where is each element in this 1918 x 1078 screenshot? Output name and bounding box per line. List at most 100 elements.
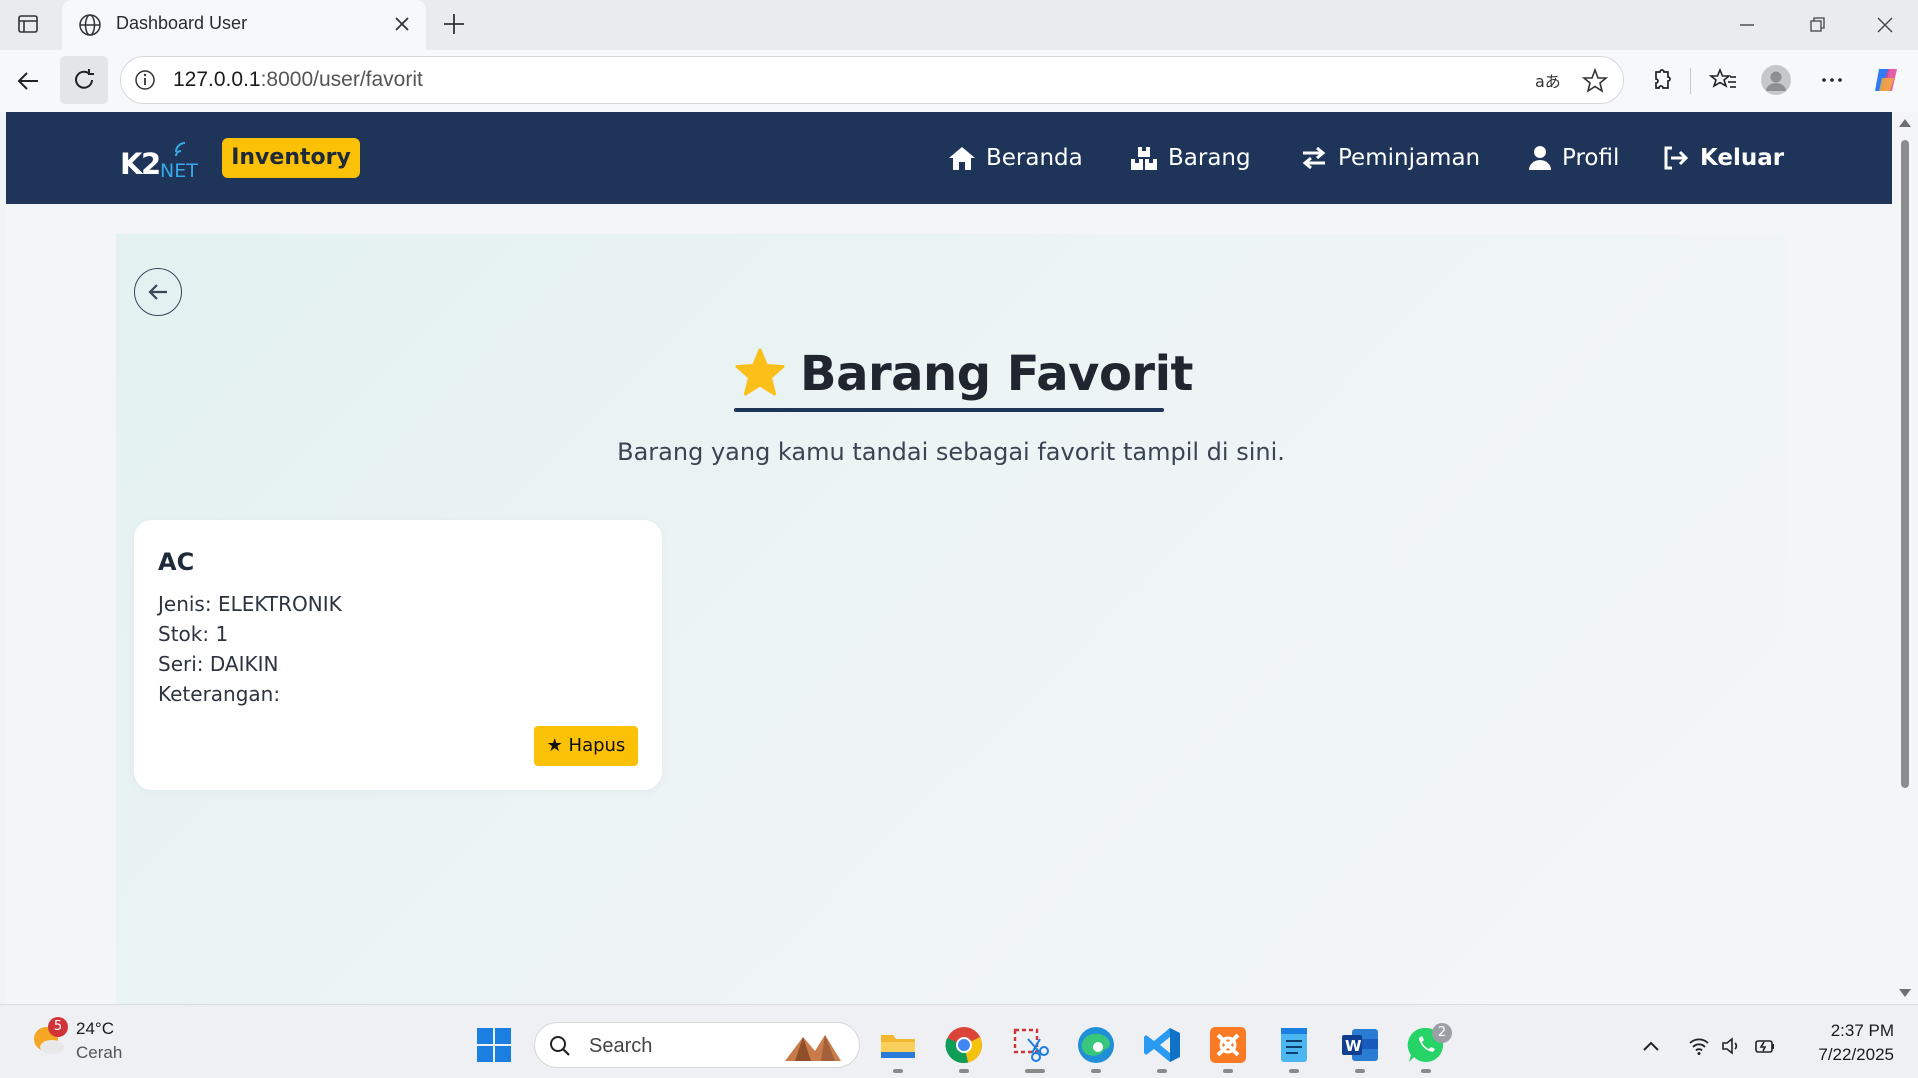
whatsapp-badge: 2 (1432, 1023, 1452, 1043)
app-navbar: K2 NET Inventory Beranda Barang Peminjam… (6, 112, 1892, 204)
file-explorer-icon[interactable] (878, 1025, 918, 1065)
xampp-icon[interactable] (1208, 1025, 1248, 1065)
remove-favorite-button[interactable]: ★ Hapus (534, 726, 638, 766)
running-indicator (1223, 1069, 1233, 1073)
item-jenis: Jenis: ELEKTRONIK (158, 592, 342, 616)
volume-icon[interactable] (1720, 1035, 1742, 1057)
chrome-icon[interactable] (944, 1025, 984, 1065)
exchange-icon (1302, 146, 1326, 170)
star-icon (735, 348, 785, 396)
svg-text:W: W (1345, 1037, 1362, 1055)
extensions-icon[interactable] (1646, 64, 1678, 96)
minimize-icon[interactable] (1734, 12, 1760, 38)
home-icon (949, 147, 975, 170)
url-text[interactable]: 127.0.0.1:8000/user/favorit (173, 68, 423, 92)
nav-item-beranda[interactable]: Beranda (948, 138, 1083, 178)
battery-icon[interactable] (1754, 1035, 1776, 1057)
restore-icon[interactable] (1804, 12, 1830, 38)
running-indicator (1157, 1069, 1167, 1073)
refresh-icon (75, 69, 94, 89)
snipping-tool-icon[interactable] (1010, 1025, 1050, 1065)
scroll-up-icon[interactable] (1898, 116, 1912, 128)
windows-start-icon[interactable] (476, 1027, 512, 1063)
tab-title: Dashboard User (116, 13, 248, 33)
vscode-icon[interactable] (1142, 1025, 1182, 1065)
clock-date[interactable]: 7/22/2025 (1796, 1045, 1894, 1065)
page-subtitle: Barang yang kamu tandai sebagai favorit … (617, 438, 1285, 466)
address-bar[interactable]: 127.0.0.1:8000/user/favorit aあ (120, 56, 1624, 104)
profile-avatar-icon[interactable] (1760, 64, 1792, 96)
chevron-up-icon[interactable] (1640, 1035, 1662, 1057)
weather-temp[interactable]: 24°C (76, 1019, 114, 1039)
user-icon (1529, 146, 1551, 170)
page-viewport: K2 NET Inventory Beranda Barang Peminjam… (6, 112, 1892, 1004)
toolbar-separator (1690, 68, 1691, 94)
item-keterangan: Keterangan: (158, 682, 281, 706)
favorite-star-icon[interactable] (1581, 67, 1609, 95)
nav-item-keluar[interactable]: Keluar (1662, 138, 1784, 178)
logout-icon (1664, 146, 1689, 170)
word-icon[interactable]: W (1340, 1025, 1380, 1065)
scroll-down-icon[interactable] (1898, 988, 1912, 1000)
browser-tab[interactable]: Dashboard User (62, 0, 426, 50)
running-indicator (1025, 1069, 1045, 1073)
nav-label: Peminjaman (1338, 145, 1481, 171)
running-indicator (1289, 1069, 1299, 1073)
tab-actions-icon[interactable] (16, 12, 40, 36)
scroll-thumb[interactable] (1901, 140, 1909, 788)
weather-desc[interactable]: Cerah (76, 1043, 122, 1063)
inventory-badge: Inventory (222, 138, 360, 178)
running-indicator (1355, 1069, 1365, 1073)
url-host: 127.0.0.1 (173, 68, 261, 91)
browser-toolbar: 127.0.0.1:8000/user/favorit aあ (0, 50, 1918, 112)
nav-label: Beranda (986, 145, 1083, 171)
favorite-card: AC Jenis: ELEKTRONIK Stok: 1 Seri: DAIKI… (134, 520, 662, 790)
logo-text: K2 (120, 147, 160, 181)
read-aloud-icon[interactable]: aあ (1533, 67, 1561, 95)
more-options-icon[interactable] (1816, 64, 1848, 96)
notepad-icon[interactable] (1274, 1025, 1314, 1065)
info-icon[interactable] (133, 68, 157, 92)
nav-label: Profil (1562, 145, 1620, 171)
close-window-icon[interactable] (1872, 12, 1898, 38)
k2net-logo[interactable]: K2 NET (120, 142, 210, 182)
nav-label: Barang (1168, 145, 1251, 171)
back-icon[interactable] (12, 64, 46, 98)
page-title: Barang Favorit (800, 346, 1193, 402)
copilot-icon[interactable] (1870, 64, 1902, 96)
logo-sub: NET (160, 160, 198, 182)
wifi-icon[interactable] (1688, 1035, 1710, 1057)
search-icon (550, 1036, 570, 1056)
edge-icon[interactable] (1076, 1025, 1116, 1065)
item-name: AC (158, 548, 195, 576)
clock-time[interactable]: 2:37 PM (1812, 1021, 1894, 1041)
globe-icon (79, 14, 101, 36)
browser-tabstrip: Dashboard User (0, 0, 1918, 50)
taskbar-search[interactable]: Search (534, 1022, 860, 1068)
boxes-icon (1131, 147, 1157, 170)
favorites-panel: Barang Favorit Barang yang kamu tandai s… (116, 234, 1786, 1004)
page-title-block: Barang Favorit (734, 340, 1193, 412)
arrow-left-icon (148, 284, 167, 300)
running-indicator (893, 1069, 903, 1073)
svg-text:aあ: aあ (1535, 72, 1561, 91)
nav-item-profil[interactable]: Profil (1528, 138, 1619, 178)
refresh-button[interactable] (60, 56, 108, 104)
item-stok: Stok: 1 (158, 622, 229, 646)
item-seri: Seri: DAIKIN (158, 652, 279, 676)
title-underline (734, 408, 1164, 412)
running-indicator (1421, 1069, 1431, 1073)
weather-badge: 5 (48, 1017, 68, 1037)
nav-item-peminjaman[interactable]: Peminjaman (1300, 138, 1480, 178)
nav-item-barang[interactable]: Barang (1130, 138, 1251, 178)
page-scrollbar[interactable] (1892, 112, 1918, 1004)
close-tab-icon[interactable] (390, 12, 414, 36)
search-highlight-icon (785, 1035, 841, 1061)
back-button[interactable] (134, 268, 182, 316)
search-label: Search (589, 1035, 653, 1057)
nav-label: Keluar (1700, 145, 1785, 171)
favorites-icon[interactable] (1708, 64, 1740, 96)
url-path: :8000/user/favorit (260, 68, 423, 91)
new-tab-icon[interactable] (440, 10, 468, 38)
running-indicator (959, 1069, 969, 1073)
